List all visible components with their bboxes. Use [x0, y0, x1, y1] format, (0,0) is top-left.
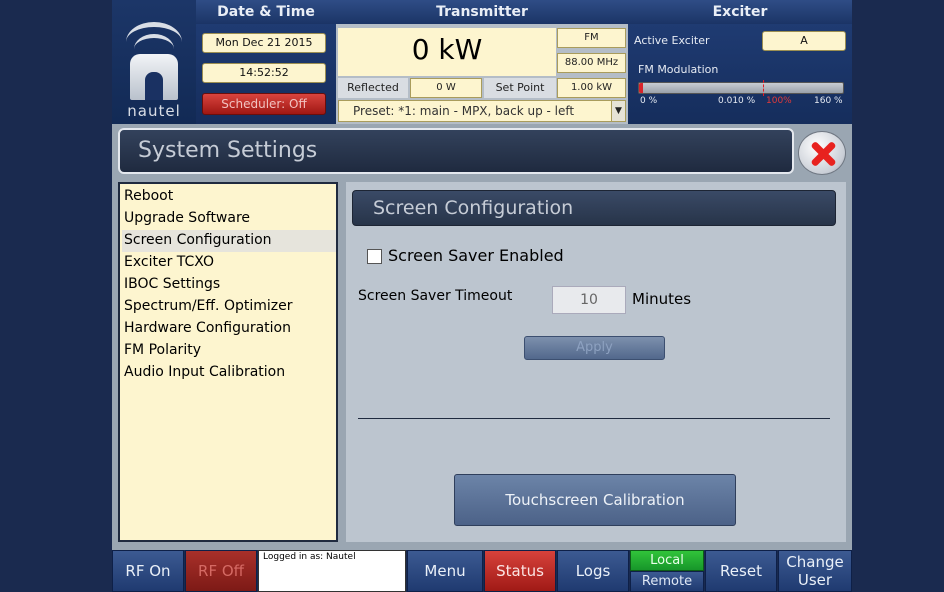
close-x-icon[interactable] — [798, 131, 846, 175]
section-heading: Screen Configuration — [352, 190, 836, 226]
scale-min: 0 % — [640, 96, 658, 106]
settings-menu-item[interactable]: FM Polarity — [122, 340, 336, 362]
divider — [358, 418, 830, 419]
settings-menu-item[interactable]: Hardware Configuration — [122, 318, 336, 340]
right-margin — [852, 0, 944, 592]
settings-menu-item[interactable]: Spectrum/Eff. Optimizer — [122, 296, 336, 318]
datetime-title: Date & Time — [196, 0, 336, 24]
forward-power: 0 kW — [338, 28, 556, 76]
active-exciter-value: A — [762, 31, 846, 51]
transmitter-title: Transmitter — [336, 0, 628, 24]
scheduler-status[interactable]: Scheduler: Off — [202, 93, 326, 115]
reflected-value: 0 W — [410, 78, 482, 98]
reset-button[interactable]: Reset — [705, 550, 777, 592]
fm-modulation-meter — [638, 80, 844, 96]
timeout-label: Screen Saver Timeout — [358, 288, 513, 304]
chevron-down-icon[interactable]: ▼ — [611, 101, 625, 121]
fm-modulation-label: FM Modulation — [638, 63, 719, 76]
scale-value: 0.010 % — [718, 96, 756, 106]
time-display: 14:52:52 — [202, 63, 326, 83]
nautel-logo-icon: nautel — [112, 0, 196, 124]
screensaver-label[interactable]: Screen Saver Enabled — [388, 246, 564, 265]
settings-menu-item[interactable]: Upgrade Software — [122, 208, 336, 230]
screensaver-checkbox[interactable] — [367, 249, 382, 264]
status-button[interactable]: Status — [484, 550, 556, 592]
logo-text: nautel — [127, 102, 181, 120]
reflected-label: Reflected — [338, 78, 408, 98]
mode-display: FM — [557, 28, 626, 48]
scale-100-label: 100% — [766, 96, 792, 106]
frequency-display: 88.00 MHz — [557, 53, 626, 73]
preset-select[interactable]: Preset: *1: main - MPX, back up - left ▼ — [338, 100, 626, 122]
change-user-button[interactable]: Change User — [778, 550, 852, 592]
settings-menu-item[interactable]: Reboot — [122, 186, 336, 208]
timeout-unit: Minutes — [632, 290, 692, 308]
logs-button[interactable]: Logs — [557, 550, 629, 592]
change-user-line2: User — [797, 571, 833, 589]
touchscreen-calibration-button[interactable]: Touchscreen Calibration — [454, 474, 736, 526]
window-title-bar: System Settings — [118, 128, 794, 174]
scale-max: 160 % — [814, 96, 843, 106]
left-margin — [0, 0, 112, 592]
settings-menu: Reboot Upgrade Software Screen Configurati… — [118, 182, 338, 542]
settings-menu-item[interactable]: Exciter TCXO — [122, 252, 336, 274]
rf-on-button[interactable]: RF On — [112, 550, 184, 592]
settings-menu-item[interactable]: Screen Configuration — [122, 230, 336, 252]
date-display: Mon Dec 21 2015 — [202, 33, 326, 53]
change-user-line1: Change — [786, 553, 844, 571]
timeout-input[interactable]: 10 — [552, 286, 626, 314]
settings-menu-item[interactable]: IBOC Settings — [122, 274, 336, 296]
window-title: System Settings — [138, 138, 318, 163]
exciter-title: Exciter — [628, 0, 852, 24]
preset-value: Preset: *1: main - MPX, back up - left — [353, 104, 575, 118]
logged-in-box: Logged in as: Nautel — [258, 550, 406, 592]
active-exciter-label: Active Exciter — [634, 34, 710, 47]
modulation-100-marker — [763, 80, 764, 96]
modulation-fill — [639, 83, 643, 93]
screen: nautel Date & Time Mon Dec 21 2015 14:52… — [0, 0, 944, 592]
apply-button[interactable]: Apply — [524, 336, 665, 360]
rf-off-button[interactable]: RF Off — [185, 550, 257, 592]
remote-button[interactable]: Remote — [630, 571, 704, 592]
local-button[interactable]: Local — [630, 550, 704, 571]
menu-button[interactable]: Menu — [407, 550, 483, 592]
logo-mark — [130, 54, 178, 100]
setpoint-value: 1.00 kW — [557, 78, 626, 98]
setpoint-label: Set Point — [484, 78, 556, 98]
settings-menu-item[interactable]: Audio Input Calibration — [122, 362, 336, 384]
